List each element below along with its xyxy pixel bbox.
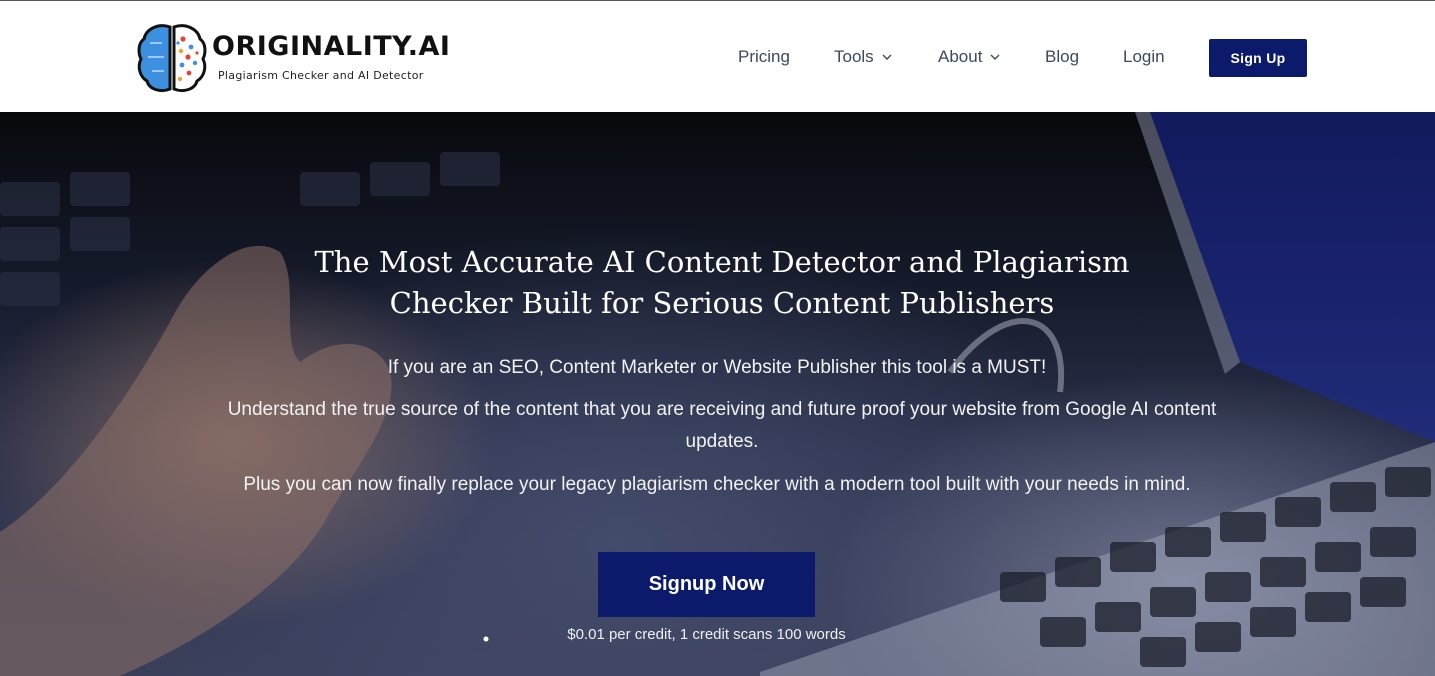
signup-now-button[interactable]: Signup Now <box>598 552 815 617</box>
nav-label: About <box>938 47 983 66</box>
price-note: $0.01 per credit, 1 credit scans 100 wor… <box>567 626 846 643</box>
sign-up-button[interactable]: Sign Up <box>1209 39 1307 77</box>
nav-label: Tools <box>834 47 874 66</box>
nav-label: Pricing <box>738 47 790 66</box>
main-nav: Pricing Tools About Blog Login Sign Up <box>0 1 1435 113</box>
hero-paragraph-2: Understand the true source of the conten… <box>227 399 1217 452</box>
headline-line-1: The Most Accurate AI Content Detector an… <box>314 245 1130 279</box>
nav-label: Login <box>1123 47 1165 66</box>
nav-item-pricing[interactable]: Pricing <box>738 47 790 67</box>
nav-item-login[interactable]: Login <box>1123 47 1165 67</box>
site-header: ORIGINALITY.AI Plagiarism Checker and AI… <box>0 0 1435 112</box>
hero-paragraph-3: Plus you can now finally replace your le… <box>243 474 1191 495</box>
hero-headline: The Most Accurate AI Content Detector an… <box>267 242 1177 324</box>
chevron-down-icon <box>882 54 892 60</box>
chevron-down-icon <box>990 54 1000 60</box>
nav-label: Blog <box>1045 47 1080 66</box>
hero-section: The Most Accurate AI Content Detector an… <box>0 112 1435 676</box>
hero-content: The Most Accurate AI Content Detector an… <box>0 112 1435 676</box>
headline-line-2: Checker Built for Serious Content Publis… <box>389 286 1055 320</box>
nav-item-blog[interactable]: Blog <box>1045 47 1079 67</box>
hero-paragraph-1: If you are an SEO, Content Marketer or W… <box>387 357 1047 378</box>
nav-item-about[interactable]: About <box>938 47 1000 67</box>
nav-item-tools[interactable]: Tools <box>834 47 892 67</box>
